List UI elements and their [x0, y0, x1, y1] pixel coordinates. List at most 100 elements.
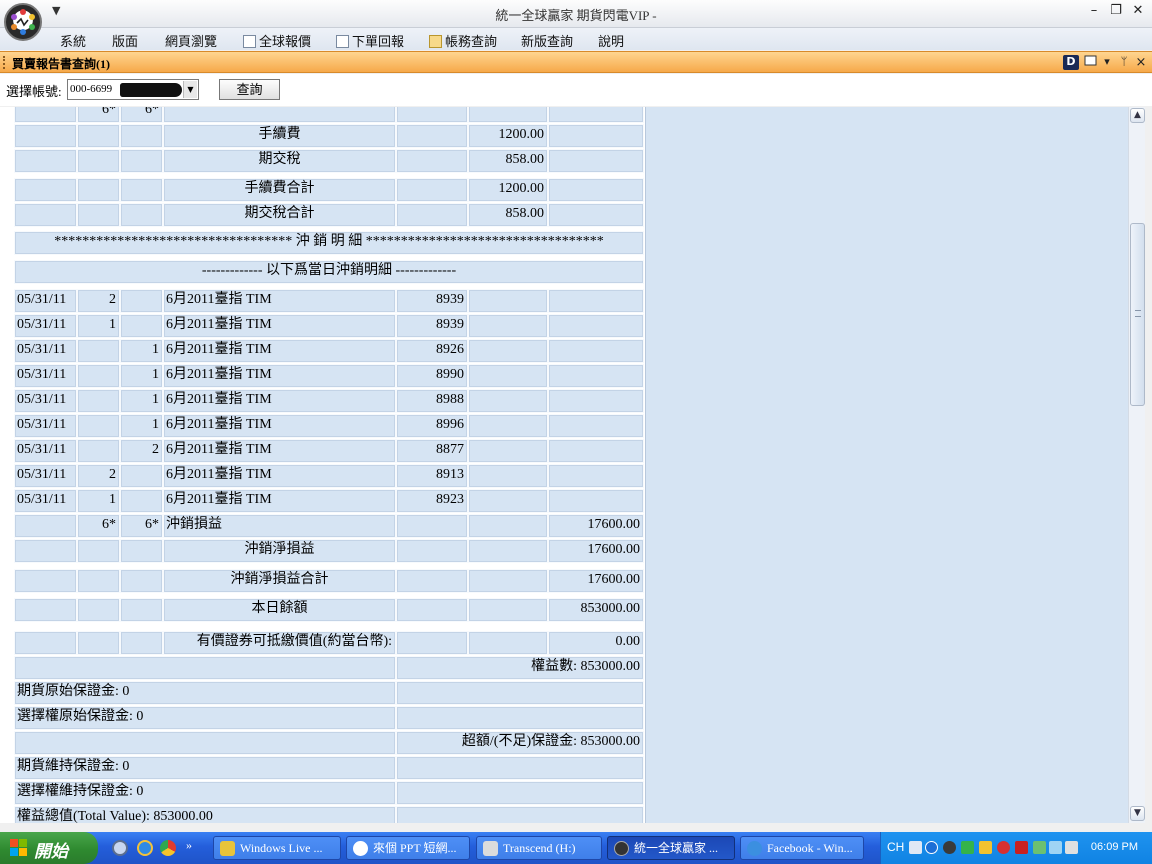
report-cell: 05/31/11	[14, 364, 77, 388]
start-button[interactable]: 開始	[0, 832, 98, 864]
scroll-up-button[interactable]: ▲	[1130, 108, 1145, 123]
task-button-trading-app[interactable]: 統一全球贏家 ...	[607, 836, 735, 860]
language-indicator[interactable]: CH	[887, 840, 904, 854]
report-cell	[396, 514, 468, 538]
report-summary-cell: 權益數: 853000.00	[396, 656, 644, 680]
clock[interactable]: 06:09 PM	[1091, 841, 1138, 853]
report-cell	[14, 124, 77, 148]
report-summary-cell: 期貨維持保證金: 0	[14, 756, 396, 780]
report-cell	[120, 569, 163, 593]
tray-green-icon[interactable]	[961, 841, 974, 854]
scroll-thumb[interactable]	[1130, 223, 1145, 406]
report-cell	[14, 514, 77, 538]
report-cell: 沖銷淨損益	[163, 539, 396, 563]
antivirus-icon[interactable]	[997, 841, 1010, 854]
menu-help[interactable]: 說明	[598, 31, 624, 50]
scroll-grip	[1135, 310, 1141, 317]
report-summary-cell	[14, 731, 396, 755]
report-cell: 6月2011臺指 TIM	[163, 464, 396, 488]
task-button-transcend[interactable]: Transcend (H:)	[476, 836, 602, 860]
panel-window-icon[interactable]	[1083, 55, 1099, 70]
task-button-facebook[interactable]: Facebook - Win...	[740, 836, 864, 860]
report-cell	[14, 178, 77, 202]
report-cell	[77, 203, 120, 227]
security-shield-icon[interactable]	[979, 841, 992, 854]
menu-new-query[interactable]: 新版查詢	[521, 31, 573, 50]
app-icon	[614, 841, 629, 856]
acrobat-icon[interactable]	[1015, 841, 1028, 854]
volume-icon[interactable]	[1065, 841, 1078, 854]
report-cell: 1	[77, 489, 120, 513]
menu-bar: 系統 版面 網頁瀏覽 全球報價 下單回報 帳務查詢 新版查詢 說明	[0, 28, 1152, 50]
account-select[interactable]: 000-6699 ▼	[67, 79, 199, 100]
task-button-windows-live[interactable]: Windows Live ...	[213, 836, 341, 860]
report-cell: 858.00	[468, 149, 548, 173]
report-cell: 6*	[120, 107, 163, 123]
query-button[interactable]: 查詢	[219, 79, 280, 100]
menu-layout[interactable]: 版面	[112, 31, 138, 50]
report-cell: 8877	[396, 439, 468, 463]
report-summary-cell: 超額/(不足)保證金: 853000.00	[396, 731, 644, 755]
report-table: 6* 6* 手續費 1200.00 期交稅 858.00 手續費合計 1200.00 期交稅合計…	[0, 107, 646, 823]
keyboard-icon[interactable]	[909, 841, 922, 854]
report-summary-cell	[396, 756, 644, 780]
menu-order-report[interactable]: 下單回報	[336, 31, 404, 50]
menu-global-quote[interactable]: 全球報價	[243, 31, 311, 50]
task-button-ppt[interactable]: 來個 PPT 短網...	[346, 836, 470, 860]
report-cell	[548, 414, 644, 438]
report-cell	[396, 178, 468, 202]
report-cell	[77, 598, 120, 622]
report-cell: 05/31/11	[14, 339, 77, 363]
report-cell: 6月2011臺指 TIM	[163, 339, 396, 363]
report-cell	[548, 364, 644, 388]
panel-pin-button[interactable]: ᛘ	[1117, 55, 1131, 70]
chrome-icon[interactable]	[160, 840, 176, 856]
report-cell: 8913	[396, 464, 468, 488]
report-cell	[548, 314, 644, 338]
menu-system[interactable]: 系統	[60, 31, 86, 50]
scroll-down-button[interactable]: ▼	[1130, 806, 1145, 821]
quicklaunch-settings-icon[interactable]	[112, 840, 128, 856]
menu-order-report-label: 下單回報	[352, 34, 405, 49]
panel-close-button[interactable]: ×	[1134, 55, 1148, 70]
report-cell	[77, 414, 120, 438]
window-icon	[1084, 55, 1097, 66]
report-cell	[396, 203, 468, 227]
internet-explorer-icon[interactable]	[137, 840, 153, 856]
report-cell: 05/31/11	[14, 489, 77, 513]
panel-grip[interactable]	[3, 56, 6, 69]
report-cell	[548, 107, 644, 123]
redaction-mark	[120, 83, 182, 97]
report-cell	[396, 569, 468, 593]
report-summary-cell: 選擇權維持保證金: 0	[14, 781, 396, 805]
close-button[interactable]: ✕	[1128, 3, 1148, 21]
report-cell	[120, 631, 163, 655]
restore-button[interactable]: ❐	[1106, 3, 1126, 21]
report-cell	[548, 439, 644, 463]
report-summary-cell	[396, 681, 644, 705]
report-area: 6* 6* 手續費 1200.00 期交稅 858.00 手續費合計 1200.00 期交稅合計…	[0, 107, 1128, 823]
menu-help-label: 說明	[598, 34, 625, 49]
chevron-down-icon[interactable]: ▼	[183, 81, 197, 98]
app-logo-icon[interactable]	[4, 3, 42, 41]
panel-dropdown-icon[interactable]: ▾	[1101, 55, 1113, 70]
panel-d-button[interactable]: D	[1063, 55, 1079, 70]
report-cell: 17600.00	[548, 539, 644, 563]
tray-expand-icon[interactable]	[925, 841, 938, 854]
menu-account-query[interactable]: 帳務查詢	[429, 31, 497, 50]
minimize-button[interactable]: –	[1084, 3, 1104, 21]
quicklaunch-more-button[interactable]: »	[186, 838, 192, 853]
report-cell: 6月2011臺指 TIM	[163, 289, 396, 313]
report-cell	[120, 178, 163, 202]
menu-global-quote-label: 全球報價	[259, 34, 312, 49]
report-cell	[548, 289, 644, 313]
menu-web-browse[interactable]: 網頁瀏覽	[165, 31, 217, 50]
vertical-scrollbar[interactable]: ▲ ▼	[1128, 107, 1145, 823]
report-cell: 05/31/11	[14, 464, 77, 488]
display-icon[interactable]	[1049, 841, 1062, 854]
network-icon[interactable]	[1033, 841, 1046, 854]
report-summary-cell: 選擇權原始保證金: 0	[14, 706, 396, 730]
report-cell: 1	[120, 339, 163, 363]
report-cell: 17600.00	[548, 569, 644, 593]
tray-app-icon[interactable]	[943, 841, 956, 854]
